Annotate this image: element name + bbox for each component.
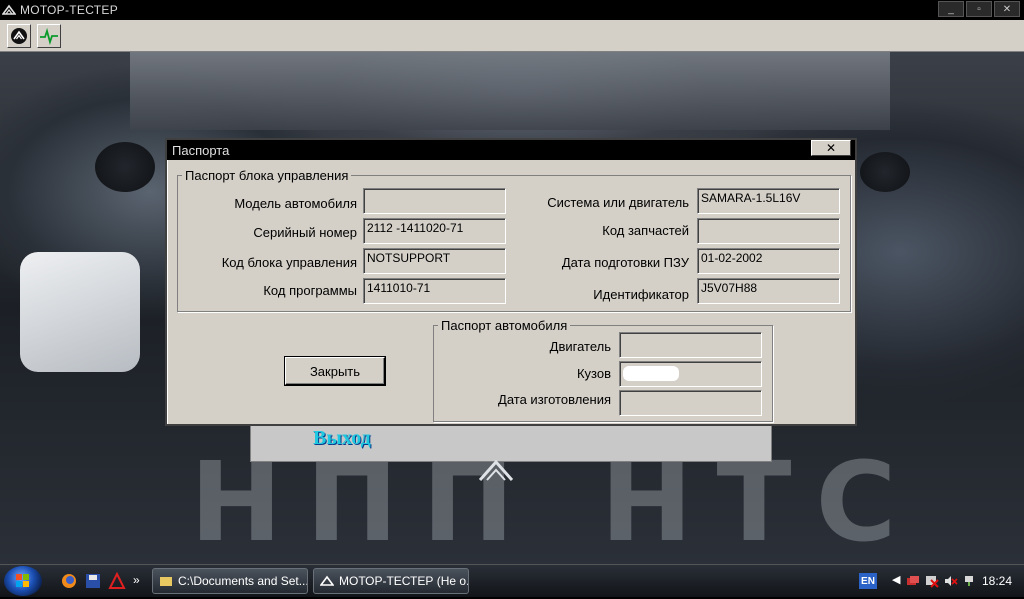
firefox-icon[interactable] xyxy=(60,572,78,590)
program-code-label: Код программы xyxy=(263,283,357,298)
safely-remove-icon[interactable] xyxy=(962,574,976,588)
parts-code-field xyxy=(697,218,840,244)
task-explorer[interactable]: C:\Documents and Set... xyxy=(152,568,308,594)
serial-number-field: 2112 -1411020-71 xyxy=(363,218,506,244)
quicklaunch-more-icon[interactable]: » xyxy=(133,573,140,587)
toolbar xyxy=(0,20,1024,52)
ecu-code-field: NOTSUPPORT xyxy=(363,248,506,274)
coolant-reservoir-shape xyxy=(20,252,140,372)
exit-panel: Выход xyxy=(250,424,772,462)
window-title: МОТОР-ТЕСТЕР xyxy=(20,3,118,17)
identifier-label: Идентификатор xyxy=(593,287,689,302)
engine-label: Двигатель xyxy=(549,339,611,354)
save-icon[interactable] xyxy=(84,572,102,590)
ecu-passport-title: Паспорт блока управления xyxy=(185,168,349,183)
identifier-field: J5V07H88 xyxy=(697,278,840,304)
serial-number-label: Серийный номер xyxy=(253,225,357,240)
tray-expand-icon[interactable]: ◀ xyxy=(892,573,900,586)
manufacture-date-field xyxy=(619,390,762,416)
rom-date-field: 01-02-2002 xyxy=(697,248,840,274)
waveform-icon xyxy=(39,27,59,45)
vehicle-model-label: Модель автомобиля xyxy=(234,196,357,211)
close-icon: ✕ xyxy=(825,141,837,155)
brand-logo-icon xyxy=(478,459,514,481)
app-logo-icon xyxy=(2,4,16,15)
dialog-title-bar[interactable]: Паспорта ✕ xyxy=(167,140,855,160)
rom-date-label: Дата подготовки ПЗУ xyxy=(561,255,689,270)
engine-system-label: Система или двигатель xyxy=(547,195,689,210)
passports-dialog: Паспорта ✕ Паспорт блока управления Моде… xyxy=(165,138,857,426)
adobe-icon[interactable] xyxy=(108,572,126,590)
motor-tester-icon xyxy=(320,575,334,586)
volume-muted-icon[interactable] xyxy=(944,574,958,588)
start-button[interactable] xyxy=(4,566,42,596)
body-label: Кузов xyxy=(576,366,611,381)
exit-link[interactable]: Выход xyxy=(313,427,371,450)
parts-code-label: Код запчастей xyxy=(602,223,689,238)
taskbar: » C:\Documents and Set... МОТОР-ТЕСТЕР (… xyxy=(0,564,1024,597)
logo-icon xyxy=(11,28,27,44)
windows-logo-icon xyxy=(16,574,29,587)
hood-shape xyxy=(130,52,890,130)
window-close-button[interactable]: ✕ xyxy=(994,1,1020,17)
ecu-code-label: Код блока управления xyxy=(221,255,357,270)
network-icon[interactable] xyxy=(906,574,920,588)
manufacture-date-label: Дата изготовления xyxy=(498,392,611,407)
toolbar-logo-button[interactable] xyxy=(7,24,31,48)
car-passport-title: Паспорт автомобиля xyxy=(441,318,568,333)
task-explorer-label: C:\Documents and Set... xyxy=(178,574,308,588)
language-indicator[interactable]: EN xyxy=(859,573,877,589)
minimize-button[interactable]: _ xyxy=(938,1,964,17)
vehicle-model-field xyxy=(363,188,506,214)
clock[interactable]: 18:24 xyxy=(982,574,1012,588)
engine-cap-shape xyxy=(95,142,155,192)
task-motor-tester-label: МОТОР-ТЕСТЕР (Не о... xyxy=(339,574,469,588)
engine-field xyxy=(619,332,762,358)
engine-cap-shape xyxy=(860,152,910,192)
maximize-button[interactable]: ▫ xyxy=(966,1,992,17)
engine-system-field: SAMARA-1.5L16V xyxy=(697,188,840,214)
dialog-title: Паспорта xyxy=(172,142,230,158)
close-dialog-button[interactable]: Закрыть xyxy=(285,357,385,385)
dialog-close-button[interactable]: ✕ xyxy=(811,140,851,156)
folder-icon xyxy=(160,577,172,586)
window-title-bar[interactable]: МОТОР-ТЕСТЕР _ ▫ ✕ xyxy=(0,0,1024,20)
task-motor-tester[interactable]: МОТОР-ТЕСТЕР (Не о... xyxy=(313,568,469,594)
redacted-mark xyxy=(623,366,679,381)
toolbar-oscilloscope-button[interactable] xyxy=(37,24,61,48)
program-code-field: 1411010-71 xyxy=(363,278,506,304)
network-error-icon[interactable] xyxy=(925,574,939,588)
